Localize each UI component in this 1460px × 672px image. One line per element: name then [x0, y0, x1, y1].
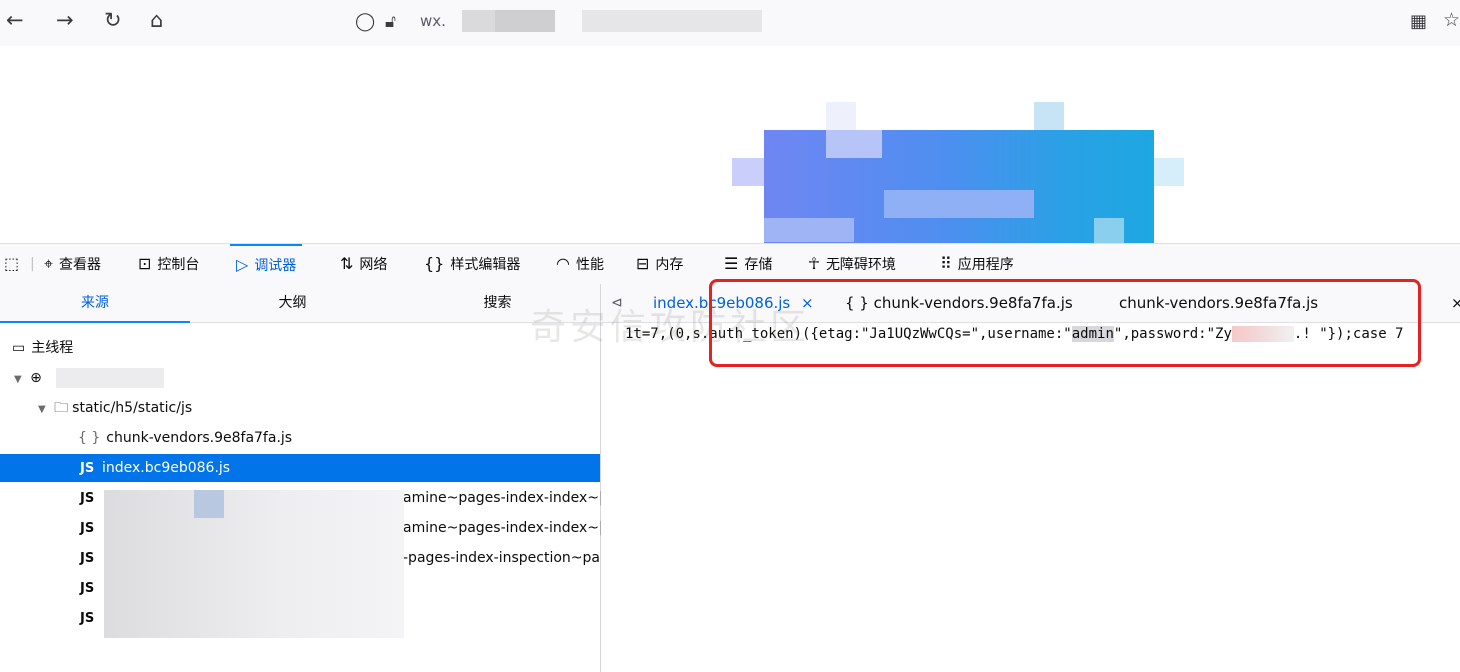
- blur-tile: [1034, 102, 1064, 130]
- insecure-lock-icon[interactable]: 🔓︎: [385, 8, 396, 36]
- blur-tile: [1154, 158, 1184, 186]
- qr-code-icon[interactable]: ▦: [1410, 8, 1427, 36]
- annotation-highlight-box: [709, 279, 1421, 367]
- tab-outline[interactable]: 大纲: [190, 284, 395, 322]
- tab-sources[interactable]: 来源: [0, 284, 190, 323]
- storage-icon: ☰: [724, 254, 739, 273]
- element-picker-icon[interactable]: ⬚: [4, 244, 19, 284]
- url-bar[interactable]: ◯ 🔓︎ wx.: [345, 0, 1400, 44]
- blur-tile: [826, 102, 856, 130]
- redacted-url: [495, 10, 555, 32]
- url-text: wx.: [420, 12, 446, 30]
- js-file-icon: JS: [80, 551, 95, 566]
- console-icon: ⊡: [138, 254, 152, 273]
- js-file-icon: JS: [80, 611, 95, 626]
- blur-tile: [826, 130, 882, 158]
- expand-arrow-icon: ▼: [14, 374, 22, 385]
- tree-domain[interactable]: ▼ ⊕: [0, 364, 614, 392]
- tab-accessibility[interactable]: ☥ 无障碍环境: [808, 244, 896, 284]
- tree-folder[interactable]: ▼ 🗀︎ static/h5/static/js: [0, 394, 638, 422]
- separator: |: [30, 256, 35, 272]
- blur-tile: [732, 158, 764, 186]
- bookmark-star-icon[interactable]: ☆: [1443, 6, 1460, 34]
- tab-style-editor[interactable]: {} 样式编辑器: [424, 244, 520, 284]
- js-file-icon: JS: [80, 461, 95, 476]
- redacted-filenames: [104, 490, 404, 638]
- back-arrow-icon[interactable]: ←: [6, 6, 24, 34]
- tab-storage[interactable]: ☰ 存储: [724, 244, 772, 284]
- redacted-domain: [56, 368, 164, 388]
- tree-file[interactable]: { } chunk-vendors.9e8fa7fa.js: [0, 424, 678, 452]
- thread-icon: ▭: [12, 340, 26, 356]
- performance-icon: ◠: [556, 254, 570, 273]
- js-file-icon: JS: [80, 491, 95, 506]
- expand-arrow-icon: ▼: [38, 404, 46, 415]
- style-editor-icon: {}: [424, 254, 445, 273]
- tab-network[interactable]: ⇅ 网络: [340, 244, 387, 284]
- inspector-icon: ⌖: [44, 254, 54, 273]
- globe-icon: ⊕: [30, 370, 42, 386]
- network-icon: ⇅: [340, 254, 354, 273]
- application-icon: ⠿: [940, 254, 952, 273]
- tab-debugger[interactable]: ▷ 调试器: [230, 244, 303, 284]
- tab-inspector[interactable]: ⌖ 查看器: [44, 244, 101, 284]
- tree-file-selected[interactable]: JS index.bc9eb086.js: [0, 454, 600, 482]
- tree-main-thread[interactable]: ▭ 主线程: [0, 334, 612, 362]
- tab-memory[interactable]: ⊟ 内存: [636, 244, 683, 284]
- browser-toolbar: ← → ↻ ⌂ ◯ 🔓︎ wx. ▦ ☆: [0, 0, 1460, 46]
- debugger-icon: ▷: [236, 255, 249, 274]
- close-icon[interactable]: ×: [1451, 284, 1460, 322]
- blur-tile: [1094, 218, 1124, 246]
- js-file-icon: JS: [80, 521, 95, 536]
- tab-console[interactable]: ⊡ 控制台: [138, 244, 199, 284]
- pretty-print-icon: { }: [78, 430, 101, 446]
- sources-tabs: 来源 大纲 搜索: [0, 284, 600, 323]
- sources-panel: 来源 大纲 搜索 ▭ 主线程 ▼ ⊕ ▼ 🗀︎ static/h5/static/j…: [0, 284, 604, 672]
- folder-icon: 🗀︎: [54, 400, 69, 416]
- tracking-shield-icon[interactable]: ◯: [355, 8, 375, 36]
- tab-performance[interactable]: ◠ 性能: [556, 244, 604, 284]
- redacted-url: [582, 10, 762, 32]
- accessibility-icon: ☥: [808, 254, 820, 273]
- tab-application[interactable]: ⠿ 应用程序: [940, 244, 1014, 284]
- js-file-icon: JS: [80, 581, 95, 596]
- reload-icon[interactable]: ↻: [104, 6, 122, 34]
- blur-tile: [194, 490, 224, 518]
- home-icon[interactable]: ⌂: [150, 6, 163, 34]
- memory-icon: ⊟: [636, 254, 650, 273]
- page-content: [0, 46, 1460, 246]
- blur-tile: [764, 218, 854, 242]
- forward-arrow-icon[interactable]: →: [56, 6, 74, 34]
- blur-tile: [884, 190, 1034, 218]
